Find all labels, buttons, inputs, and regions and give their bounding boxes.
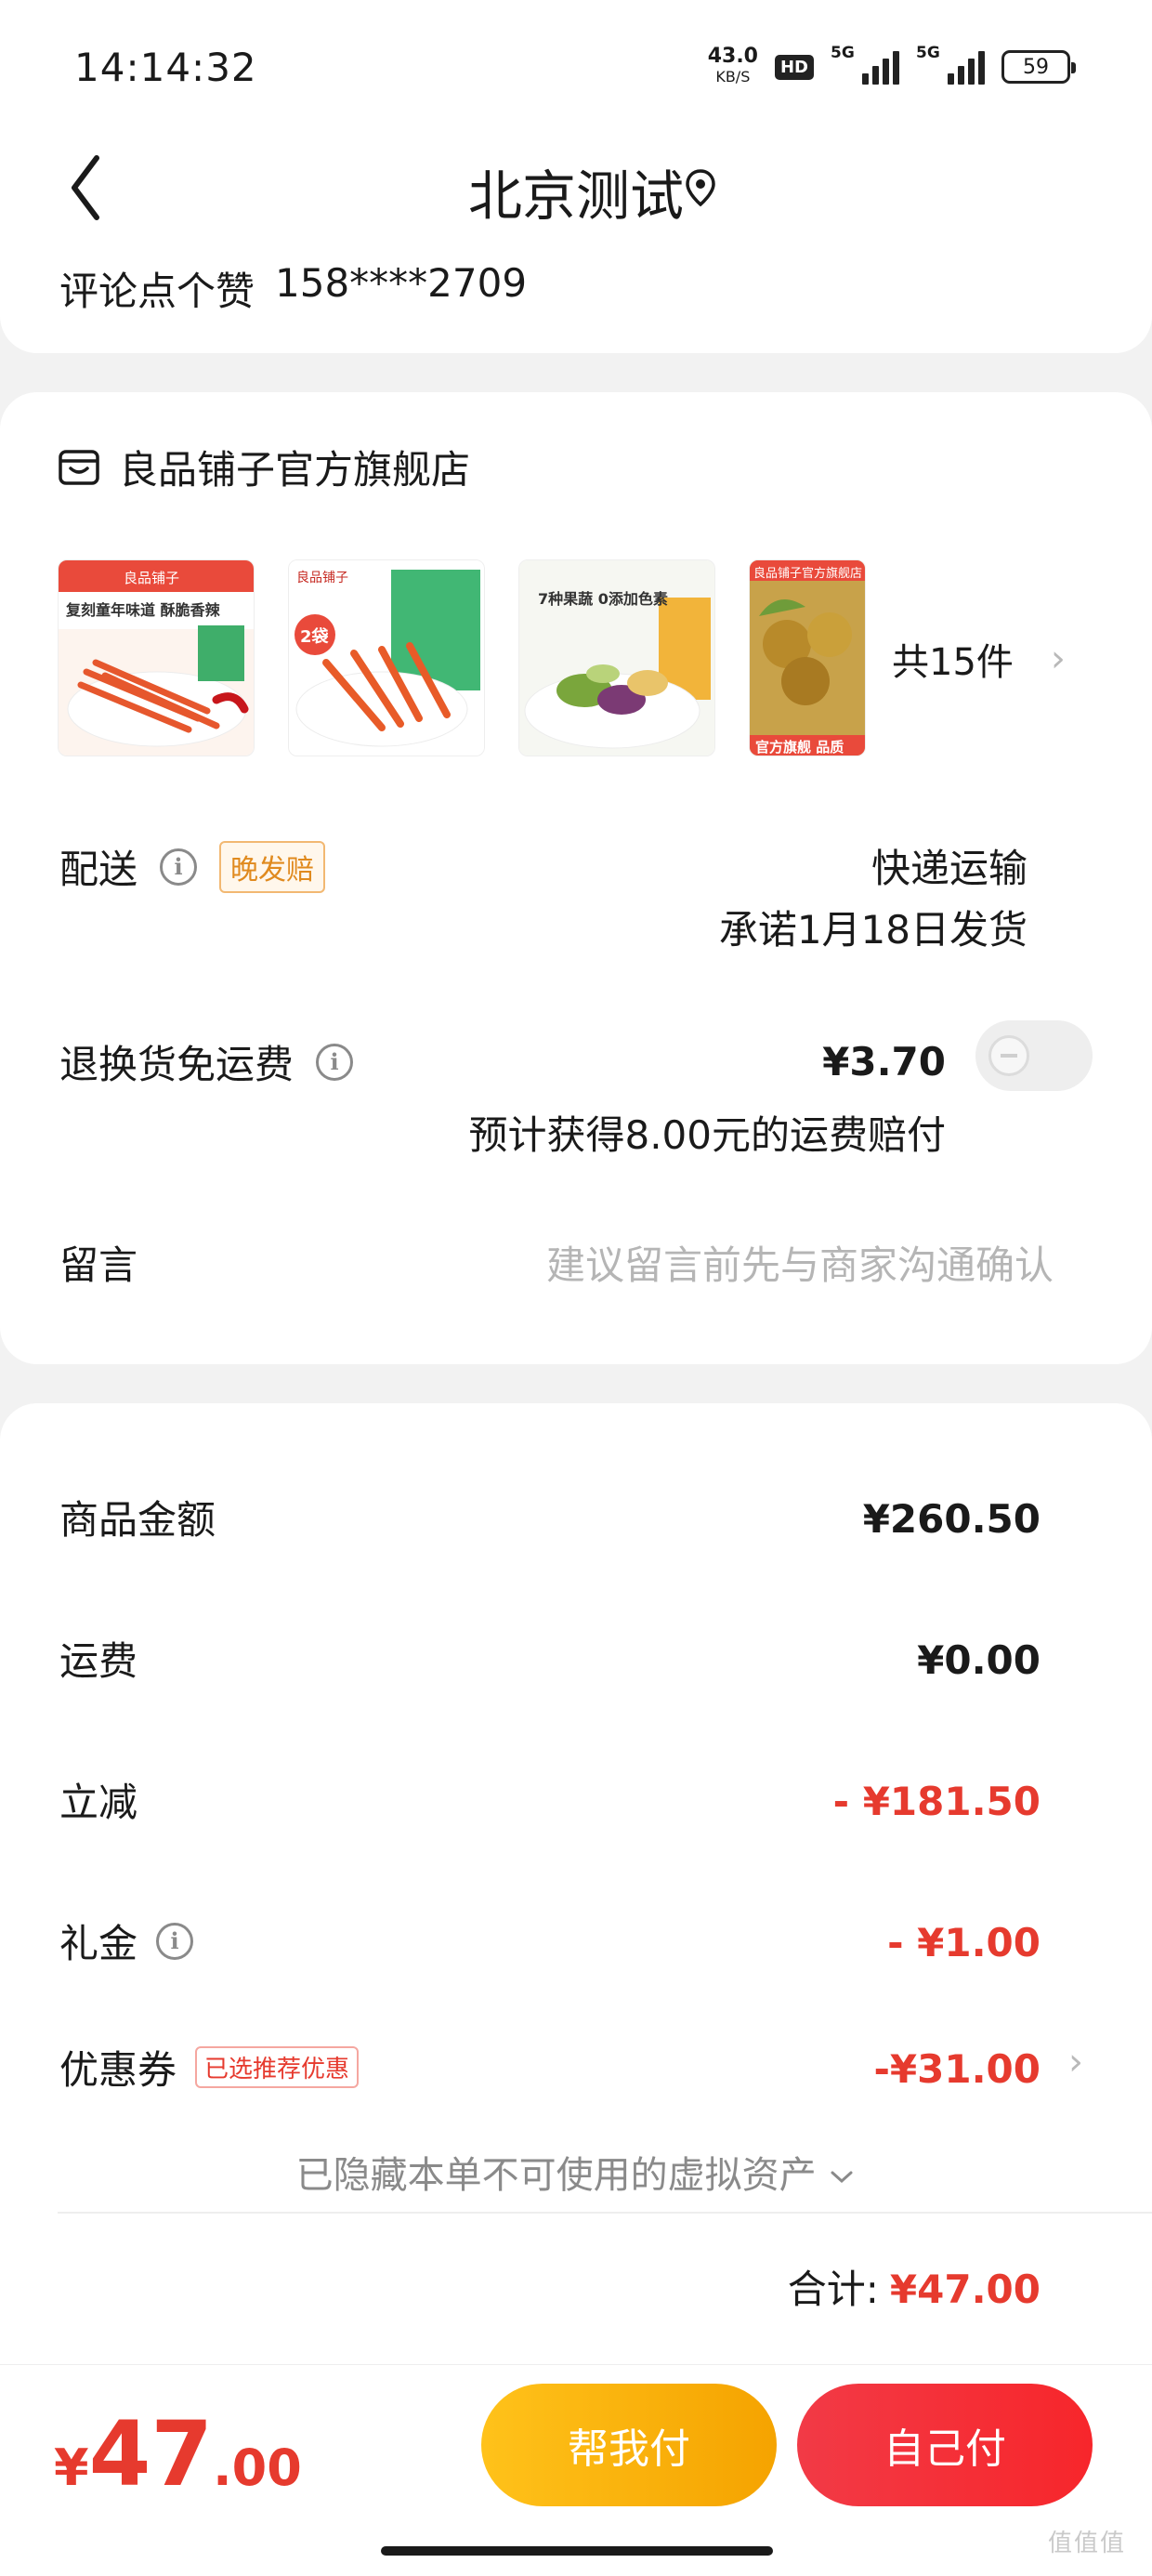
battery-icon: 59 <box>1001 50 1076 84</box>
recommended-coupon-badge: 已选推荐优惠 <box>195 2046 360 2088</box>
chevron-right-icon[interactable]: › <box>1068 2041 1083 2083</box>
signal-strength-icon: 5G <box>831 44 899 85</box>
total-row: 合计: ¥47.00 <box>788 2258 1041 2315</box>
signal-strength-icon: 5G <box>916 44 985 85</box>
product-thumbnail[interactable]: 良品铺子官方旗舰店 官方旗舰 品质 <box>749 559 866 756</box>
gift-row: 礼金 i <box>59 1912 194 1969</box>
hidden-assets-text: 已隐藏本单不可使用的虚拟资产 <box>295 2154 817 2197</box>
store-icon <box>59 449 99 485</box>
location-pin-icon <box>686 169 715 207</box>
address-line[interactable]: 评论点个赞 158****2709 <box>59 260 527 317</box>
product-brand: 良品铺子 <box>296 571 348 585</box>
total-label: 合计: <box>787 2267 879 2312</box>
info-icon[interactable]: i <box>160 848 198 886</box>
message-input[interactable]: 建议留言前先与商家沟通确认 <box>546 1234 1054 1291</box>
product-thumbnail[interactable]: 2袋 良品铺子 <box>288 559 485 756</box>
status-time: 14:14:32 <box>74 45 257 90</box>
pay-amount: ¥ 47 .00 <box>54 2402 302 2506</box>
message-label: 留言 <box>59 1242 138 1288</box>
item-count-link[interactable]: 共15件 › <box>892 632 1066 686</box>
status-bar: 14:14:32 43.0 KB/S HD 5G 5G 59 <box>0 0 1152 130</box>
product-caption: 官方旗舰 品质 <box>755 739 844 756</box>
coupon-row[interactable]: 优惠券 已选推荐优惠 <box>59 2039 360 2096</box>
product-thumbnail[interactable]: 复刻童年味道 酥脆香辣 良品铺子 <box>58 559 255 756</box>
shop-card: 良品铺子官方旗舰店 复刻童年味道 酥脆香辣 良品铺子 2袋 良品铺子 7种果蔬 … <box>0 392 1152 1364</box>
chevron-down-icon <box>831 2171 853 2184</box>
late-delivery-badge: 晚发赔 <box>219 840 326 893</box>
product-brand: 良品铺子官方旗舰店 <box>753 567 863 581</box>
delivery-label: 配送 <box>59 847 138 892</box>
chevron-right-icon: › <box>1050 637 1066 680</box>
phone-number: 158****2709 <box>275 260 528 306</box>
delivery-detail[interactable]: 快递运输 承诺1月18日发货 <box>719 838 1028 961</box>
return-freight-row: 退换货免运费 i <box>59 1033 354 1090</box>
item-count: 共15件 <box>892 641 1014 684</box>
gift-label: 礼金 <box>59 1921 138 1966</box>
pay-myself-button[interactable]: 自己付 <box>797 2384 1093 2506</box>
product-thumbnails[interactable]: 复刻童年味道 酥脆香辣 良品铺子 2袋 良品铺子 7种果蔬 0添加色素 良品铺子… <box>58 559 866 756</box>
address-header: 北京测试 评论点个赞 158****2709 <box>0 130 1152 353</box>
delivery-promise: 承诺1月18日发货 <box>718 907 1028 953</box>
total-value: ¥47.00 <box>889 2267 1041 2312</box>
discount-value: - ¥181.50 <box>832 1779 1041 1824</box>
coupon-label: 优惠券 <box>59 2047 177 2093</box>
return-freight-label: 退换货免运费 <box>59 1042 295 1087</box>
network-speed: 43.0 KB/S <box>707 45 758 86</box>
toggle-knob <box>988 1035 1029 1076</box>
gift-value: - ¥1.00 <box>887 1920 1041 1965</box>
shipping-label: 运费 <box>59 1638 138 1684</box>
product-brand: 良品铺子 <box>124 570 180 586</box>
product-caption: 7种果蔬 0添加色素 <box>538 590 668 608</box>
return-freight-price: ¥3.70 <box>822 1039 946 1084</box>
shipping-value: ¥0.00 <box>917 1637 1041 1683</box>
page-title[interactable]: 北京测试 <box>0 152 1152 230</box>
product-thumbnail[interactable]: 7种果蔬 0添加色素 <box>518 559 715 756</box>
info-icon[interactable]: i <box>156 1922 194 1960</box>
shop-header[interactable]: 良品铺子官方旗舰店 <box>58 439 470 495</box>
hidden-assets-toggle[interactable]: 已隐藏本单不可使用的虚拟资产 <box>0 2145 1152 2199</box>
watermark: 值值值 <box>1047 2530 1126 2557</box>
divider <box>58 2212 1152 2214</box>
return-freight-toggle[interactable] <box>975 1020 1093 1091</box>
discount-label: 立减 <box>59 1780 138 1825</box>
hd-voice-icon: HD <box>774 54 814 80</box>
product-caption: 2袋 <box>300 627 329 647</box>
coupon-value[interactable]: -¥31.00 <box>873 2046 1041 2092</box>
product-caption: 复刻童年味道 酥脆香辣 <box>66 601 220 619</box>
status-icons: 43.0 KB/S HD 5G 5G 59 <box>707 44 1076 89</box>
info-icon[interactable]: i <box>316 1043 354 1081</box>
goods-amount-value: ¥260.50 <box>862 1496 1041 1542</box>
home-indicator[interactable] <box>381 2546 773 2556</box>
delivery-row: 配送 i 晚发赔 <box>59 838 326 895</box>
address-label: 评论点个赞 <box>59 269 255 314</box>
return-freight-note: 预计获得8.00元的运费赔付 <box>468 1112 946 1158</box>
delivery-method: 快递运输 <box>871 846 1028 891</box>
shop-name: 良品铺子官方旗舰店 <box>119 447 471 493</box>
help-me-pay-button[interactable]: 帮我付 <box>481 2384 777 2506</box>
goods-amount-label: 商品金额 <box>59 1497 216 1543</box>
checkout-bar: ¥ 47 .00 帮我付 自己付 <box>0 2364 1152 2576</box>
